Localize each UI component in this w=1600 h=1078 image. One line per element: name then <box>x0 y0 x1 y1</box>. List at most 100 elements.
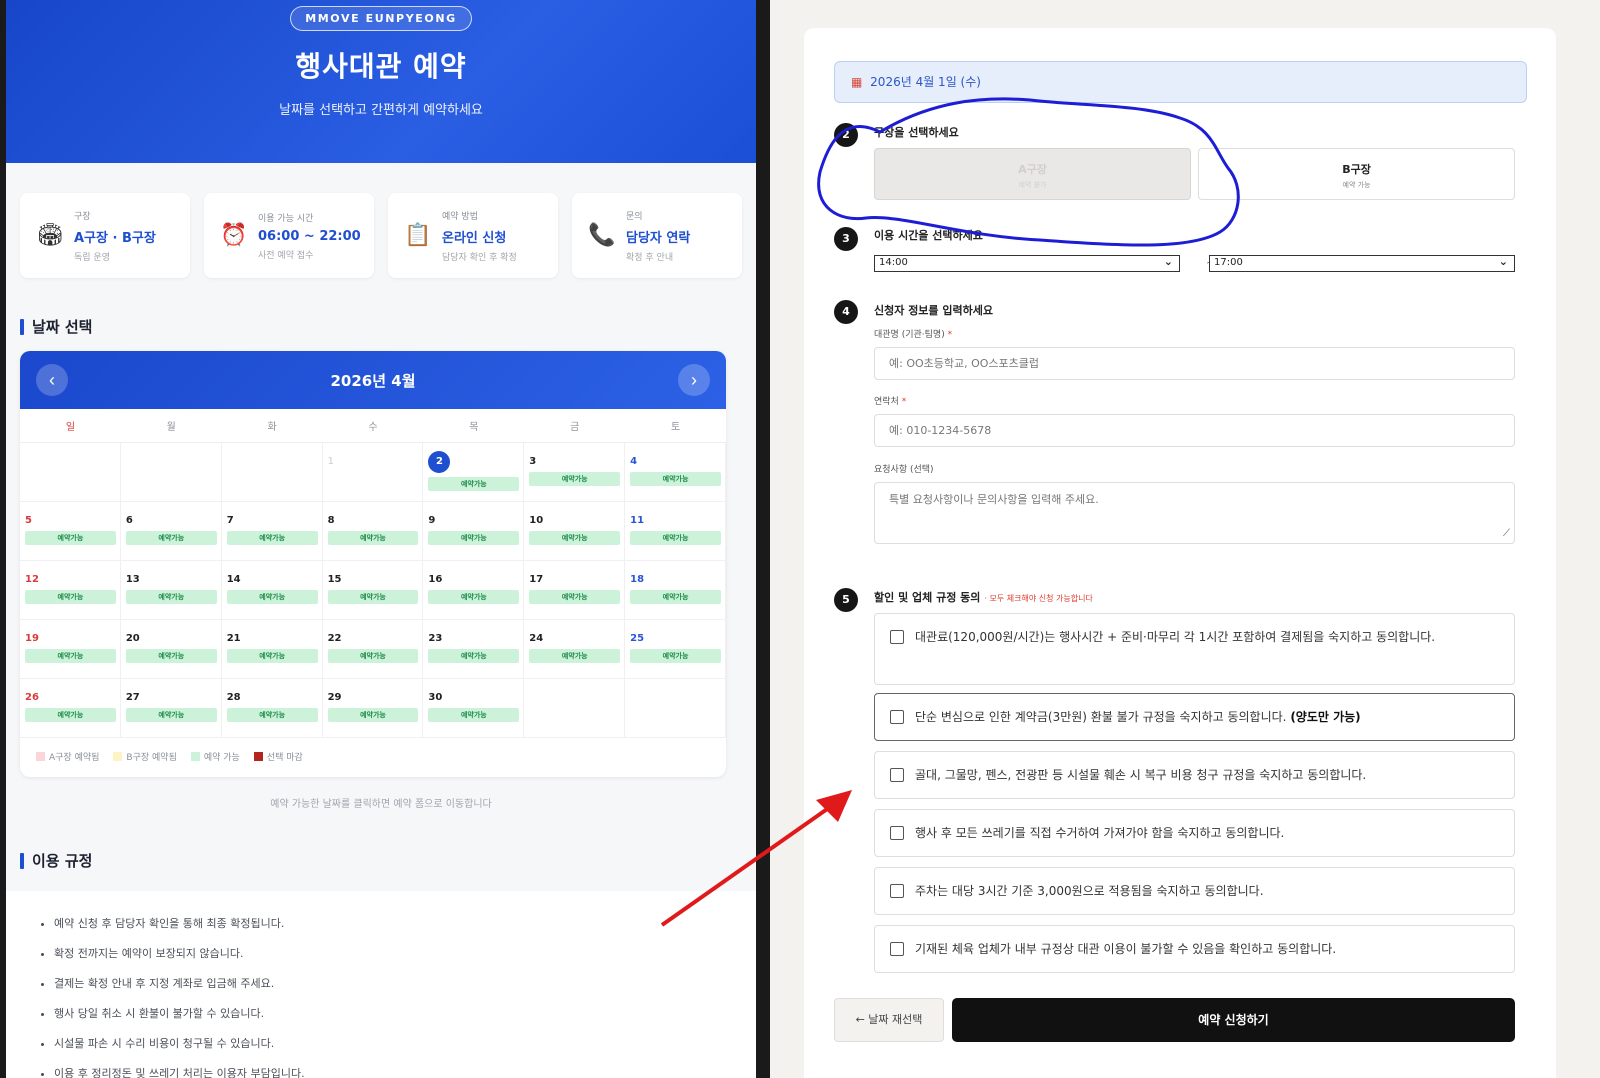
agreement-facility[interactable]: 골대, 그물망, 펜스, 전광판 등 시설물 훼손 시 복구 비용 청구 규정을… <box>874 751 1515 799</box>
page-title: 행사대관 예약 <box>295 50 467 83</box>
calendar-day[interactable]: 17 예약가능 <box>524 561 626 620</box>
calendar-day[interactable]: 19 예약가능 <box>20 620 121 679</box>
court-status: 예약 가능 <box>1342 181 1371 189</box>
legend-swatch <box>36 752 45 761</box>
court-b-option[interactable]: B구장 예약 가능 <box>1198 148 1515 200</box>
selected-date-bar: ▦ 2026년 4월 1일 (수) <box>834 61 1527 103</box>
calendar-day[interactable]: 10 예약가능 <box>524 502 626 561</box>
step-title-applicant: 신청자 정보를 입력하세요 <box>874 304 993 317</box>
info-card-court: 🏟 구장 A구장 · B구장 독립 운영 <box>20 193 190 278</box>
prev-month-button[interactable]: ‹ <box>36 364 68 396</box>
calendar-day: 1 <box>322 443 424 502</box>
calendar-day[interactable]: 26 예약가능 <box>20 679 121 738</box>
available-badge: 예약가능 <box>226 531 318 545</box>
day-number: 9 <box>428 515 436 526</box>
agreement-trash[interactable]: 행사 후 모든 쓰레기를 직접 수거하여 가져가야 함을 숙지하고 동의합니다. <box>874 809 1515 857</box>
available-badge: 예약가능 <box>529 472 621 486</box>
info-note: 사전 예약 접수 <box>258 250 314 261</box>
phone-label: 연락처 * <box>874 394 906 407</box>
calendar-day[interactable]: 12 예약가능 <box>20 561 121 620</box>
day-number: 1 <box>327 456 334 467</box>
phone-input[interactable]: 예: 010-1234-5678 <box>874 414 1515 447</box>
day-number: 25 <box>630 633 645 644</box>
calendar-day[interactable]: 23 예약가능 <box>423 620 525 679</box>
calendar-day[interactable]: 24 예약가능 <box>524 620 626 679</box>
legend-swatch <box>190 752 200 761</box>
available-badge: 예약가능 <box>25 590 116 604</box>
end-time-select[interactable]: 17:00 ⌄ <box>1209 255 1515 272</box>
calendar-day[interactable]: 9 예약가능 <box>423 502 525 561</box>
day-number: 30 <box>428 692 443 703</box>
calendar-day[interactable]: 5 예약가능 <box>20 502 121 561</box>
calendar-day[interactable]: 20 예약가능 <box>120 620 222 679</box>
calendar-day[interactable]: 21 예약가능 <box>221 620 323 679</box>
calendar-day[interactable]: 3 예약가능 <box>524 443 626 502</box>
agreement-fee[interactable]: 대관료(120,000원/시간)는 행사시간 + 준비·마무리 각 1시간 포함… <box>874 613 1515 685</box>
available-badge: 예약가능 <box>327 649 419 663</box>
calendar-day[interactable]: 25 예약가능 <box>625 620 726 679</box>
next-month-button[interactable]: › <box>677 364 710 396</box>
calendar-day[interactable]: 18 예약가능 <box>625 561 726 620</box>
available-badge: 예약가능 <box>428 590 520 604</box>
available-badge: 예약가능 <box>529 649 621 663</box>
calendar-day[interactable]: 29 예약가능 <box>322 679 424 738</box>
available-badge: 예약가능 <box>327 531 419 545</box>
required-mark: * <box>901 397 907 407</box>
agreement-bold-note: (양도만 가능) <box>1290 710 1361 724</box>
court-a-option[interactable]: A구장 예약 불가 <box>874 148 1191 200</box>
calendar-day[interactable]: 4 예약가능 <box>625 443 726 502</box>
submit-booking-button[interactable]: 예약 신청하기 <box>952 998 1515 1042</box>
rule-item: 이용 후 정리정돈 및 쓰레기 처리는 이용자 부담입니다. <box>54 1065 756 1078</box>
org-name-input[interactable]: 예: OO초등학교, OO스포츠클럽 <box>874 347 1515 380</box>
info-note: 담당자 확인 후 확정 <box>442 252 517 263</box>
reselect-date-button[interactable]: ← 날짜 재선택 <box>834 998 944 1042</box>
rule-item: 행사 당일 취소 시 환불이 불가할 수 있습니다. <box>54 1005 756 1021</box>
calendar-day[interactable]: 30 예약가능 <box>423 679 525 738</box>
day-number: 3 <box>529 456 537 467</box>
weekday-label: 목 <box>469 422 479 433</box>
legend-item: B구장 예약됨 <box>113 750 177 763</box>
org-name-label-text: 대관명 (기관·팀명) <box>874 330 945 340</box>
available-badge: 예약가능 <box>125 590 217 604</box>
agreement-vendor[interactable]: 기재된 체육 업체가 내부 규정상 대관 이용이 불가할 수 있음을 확인하고 … <box>874 925 1515 973</box>
agreement-checkbox[interactable] <box>890 826 904 840</box>
request-textarea[interactable]: 특별 요청사항이나 문의사항을 입력해 주세요. ⟋ <box>874 482 1515 544</box>
resize-grip-icon[interactable]: ⟋ <box>1503 528 1510 540</box>
agreement-checkbox[interactable] <box>890 942 904 956</box>
calendar-day[interactable]: 2 예약가능 <box>423 443 525 502</box>
start-time-select[interactable]: 14:00 ⌄ <box>874 255 1180 272</box>
agreement-warning: · 모두 체크해야 신청 가능합니다 <box>984 594 1093 603</box>
calendar-day[interactable]: 11 예약가능 <box>625 502 726 561</box>
day-number: 10 <box>529 515 544 526</box>
calendar-day[interactable]: 6 예약가능 <box>120 502 222 561</box>
agreement-refund[interactable]: 단순 변심으로 인한 계약금(3만원) 환불 불가 규정을 숙지하고 동의합니다… <box>874 693 1515 741</box>
agreement-parking[interactable]: 주차는 대당 3시간 기준 3,000원으로 적용됨을 숙지하고 동의합니다. <box>874 867 1515 915</box>
available-badge: 예약가능 <box>226 590 318 604</box>
day-number: 23 <box>428 633 443 644</box>
calendar-day[interactable]: 7 예약가능 <box>221 502 323 561</box>
calendar-day[interactable]: 27 예약가능 <box>120 679 222 738</box>
day-number: 13 <box>125 574 140 585</box>
calendar-day[interactable]: 15 예약가능 <box>322 561 424 620</box>
agreement-checkbox[interactable] <box>890 710 904 724</box>
day-number: 20 <box>125 633 140 644</box>
info-label: 구장 <box>74 211 91 222</box>
rules-section-title: 이용 규정 <box>20 850 756 871</box>
available-badge: 예약가능 <box>630 590 721 604</box>
calendar-day[interactable]: 28 예약가능 <box>221 679 323 738</box>
day-number: 29 <box>327 692 342 703</box>
agreement-checkbox[interactable] <box>890 884 904 898</box>
calendar-icon: ▦ <box>851 75 863 89</box>
step-badge-2: 2 <box>834 123 858 147</box>
agreement-checkbox[interactable] <box>890 630 904 644</box>
calendar-day[interactable]: 8 예약가능 <box>322 502 424 561</box>
day-number: 26 <box>25 692 39 703</box>
agreement-checkbox[interactable] <box>890 768 904 782</box>
calendar-day[interactable]: 13 예약가능 <box>120 561 222 620</box>
calendar-day[interactable]: 16 예약가능 <box>423 561 525 620</box>
screenshot-frame: MMOVE EUNPYEONG 행사대관 예약 날짜를 선택하고 간편하게 예약… <box>0 0 1600 1078</box>
calendar-day[interactable]: 14 예약가능 <box>221 561 323 620</box>
available-badge: 예약가능 <box>428 531 520 545</box>
rules-box: 예약 신청 후 담당자 확인을 통해 최종 확정됩니다. 확정 전까지는 예약이 … <box>6 891 756 1078</box>
calendar-day[interactable]: 22 예약가능 <box>322 620 424 679</box>
